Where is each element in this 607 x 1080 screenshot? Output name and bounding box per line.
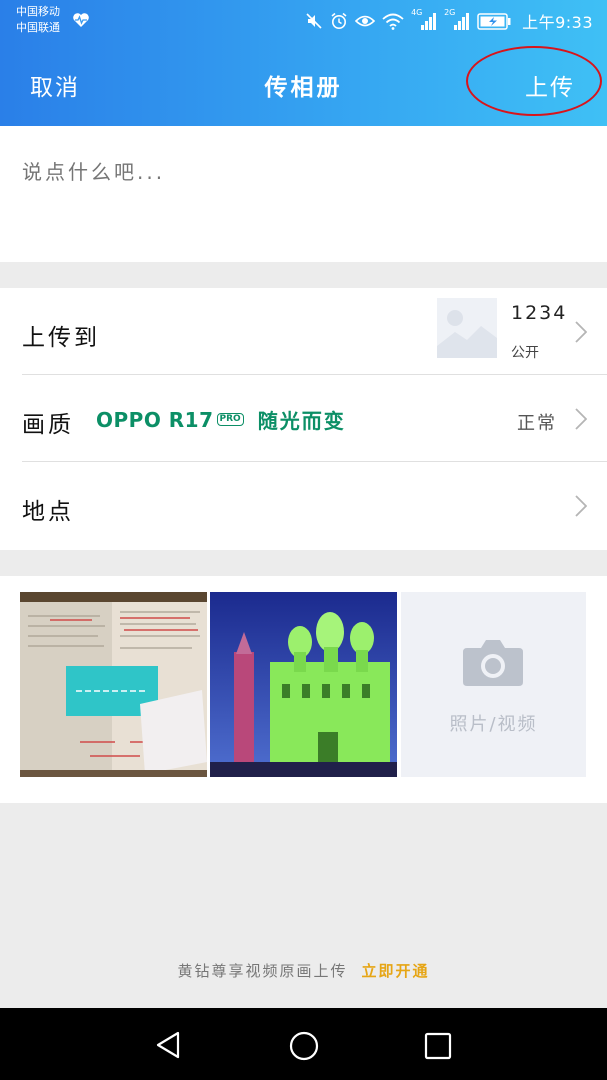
chevron-right-icon xyxy=(575,495,587,517)
app-header: 中国移动 中国联通 4G 2G 上午9:33 取消 传相册 上传 xyxy=(0,0,607,126)
carrier-2: 中国联通 xyxy=(16,21,60,34)
caption-input[interactable] xyxy=(22,160,582,184)
signal-icon xyxy=(454,13,470,30)
album-privacy: 公开 xyxy=(511,345,539,361)
location-row[interactable]: 地点 xyxy=(0,462,607,549)
signal-icon xyxy=(421,13,437,30)
home-icon[interactable] xyxy=(288,1030,320,1062)
album-thumbnail xyxy=(437,298,497,358)
promo-banner: 黄钻尊享视频原画上传 立即开通 xyxy=(0,960,607,981)
chevron-right-icon xyxy=(575,321,587,343)
pro-badge: PRO xyxy=(216,413,244,426)
quality-value: 正常 xyxy=(517,413,557,434)
brand-watermark: OPPO R17 PRO 随光而变 xyxy=(96,405,346,434)
brand-model: OPPO R17 xyxy=(96,407,214,432)
carrier-info: 中国移动 中国联通 xyxy=(16,4,60,36)
signal-4g: 4G xyxy=(411,8,437,31)
eye-icon xyxy=(355,15,376,27)
chevron-right-icon xyxy=(575,408,587,430)
compose-section xyxy=(0,126,607,262)
clock: 上午9:33 xyxy=(522,13,593,32)
carrier-1: 中国移动 xyxy=(16,5,60,18)
settings-list: 上传到 1234 公开 画质 OPPO R17 PRO 随光而变 正常 地点 xyxy=(0,288,607,550)
add-media-label: 照片/视频 xyxy=(449,714,538,735)
location-label: 地点 xyxy=(22,499,74,525)
title-bar: 取消 传相册 上传 xyxy=(0,42,607,126)
alarm-icon xyxy=(331,12,347,29)
media-grid: 照片/视频 xyxy=(0,576,607,803)
system-nav-bar xyxy=(0,1008,607,1080)
back-icon[interactable] xyxy=(154,1030,184,1060)
recent-apps-icon[interactable] xyxy=(424,1032,452,1060)
brand-slogan: 随光而变 xyxy=(257,409,346,433)
camera-icon xyxy=(463,640,523,686)
wifi-icon xyxy=(382,13,404,30)
promo-text: 黄钻尊享视频原画上传 xyxy=(177,962,348,980)
annotation-circle xyxy=(466,46,602,116)
open-vip-link[interactable]: 立即开通 xyxy=(362,962,430,980)
mute-icon xyxy=(306,13,322,29)
signal-2g: 2G xyxy=(444,8,470,31)
album-name: 1234 xyxy=(511,302,568,324)
quality-label: 画质 xyxy=(22,412,74,438)
status-bar: 中国移动 中国联通 4G 2G 上午9:33 xyxy=(0,0,607,42)
status-icons: 4G 2G 上午9:33 xyxy=(305,8,593,34)
upload-to-label: 上传到 xyxy=(22,325,100,351)
document-photo[interactable] xyxy=(20,592,207,777)
upload-to-row[interactable]: 上传到 1234 公开 xyxy=(0,288,607,375)
battery-icon xyxy=(477,12,511,30)
heart-icon xyxy=(73,13,89,27)
add-media-button[interactable]: 照片/视频 xyxy=(401,592,586,777)
quality-row[interactable]: 画质 OPPO R17 PRO 随光而变 正常 xyxy=(0,375,607,462)
ice-castle-photo[interactable] xyxy=(210,592,397,777)
